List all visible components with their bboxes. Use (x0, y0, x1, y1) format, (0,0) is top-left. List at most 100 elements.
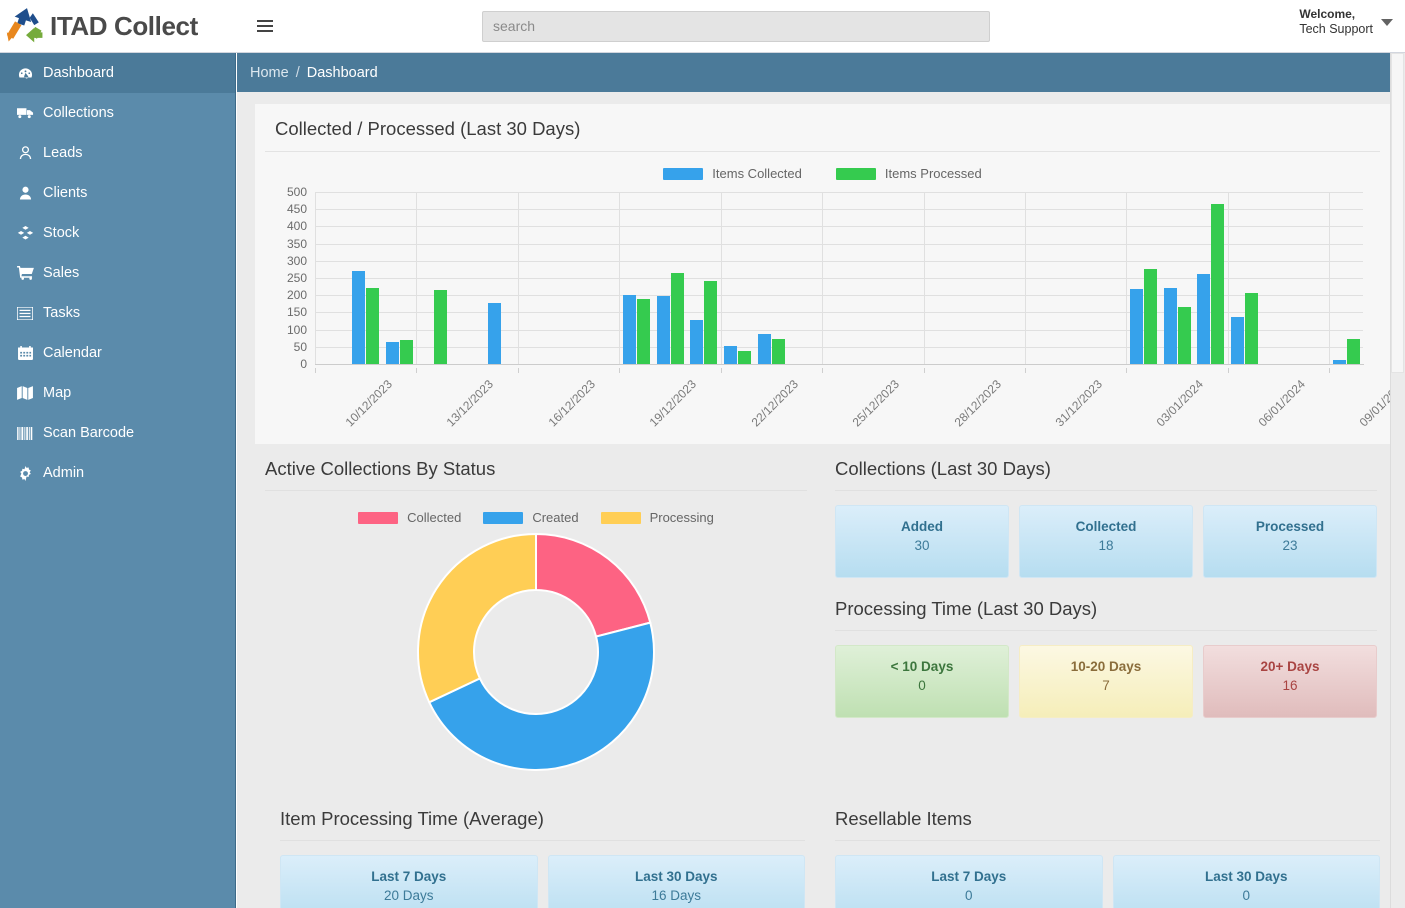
x-axis-tick-label: 13/12/2023 (443, 377, 497, 430)
bar-processed[interactable] (670, 273, 684, 364)
bar-collected[interactable] (1231, 316, 1245, 364)
donut-slice-processing[interactable] (417, 532, 537, 704)
sidebar-item-leads[interactable]: Leads (0, 133, 235, 173)
processing-time-card-row: < 10 Days 0 10-20 Days 7 20+ Days 16 (835, 645, 1377, 718)
item-processing-card-row: Last 7 Days 20 Days Last 30 Days 16 Days (280, 855, 805, 908)
user-menu[interactable]: Welcome, Tech Support (1299, 7, 1393, 37)
grid-line-vertical (315, 192, 316, 364)
dashboard-page: ITAD Collect Welcome, Tech Support Dashb… (0, 0, 1405, 908)
stat-card-processed[interactable]: Processed 23 (1203, 505, 1377, 578)
search-input[interactable] (482, 10, 990, 42)
bar-collected[interactable] (690, 319, 704, 364)
bar-processed[interactable] (1177, 307, 1191, 364)
bar-collected[interactable] (1197, 273, 1211, 364)
search-container (482, 10, 990, 42)
resellable-title: Resellable Items (835, 808, 1380, 841)
legend-item-items-collected[interactable]: Items Collected (663, 166, 802, 181)
grid-line-horizontal (315, 209, 1363, 211)
hamburger-icon[interactable] (252, 13, 278, 39)
donut-chart[interactable] (265, 529, 807, 775)
calendar-icon (16, 345, 34, 361)
bar-collected[interactable] (1163, 287, 1177, 364)
bar-collected[interactable] (656, 296, 670, 364)
sidebar-item-admin[interactable]: Admin (0, 453, 235, 493)
x-axis-tick-label: 22/12/2023 (748, 377, 801, 430)
item-processing-title: Item Processing Time (Average) (280, 808, 805, 841)
donut-legend-item-collected[interactable]: Collected (358, 510, 461, 525)
stat-card-last-30-days[interactable]: Last 30 Days 0 (1112, 855, 1380, 908)
barcode-icon (16, 425, 34, 441)
active-collections-section: Active Collections By Status Collected Cr… (265, 458, 807, 775)
donut-legend-item-processing[interactable]: Processing (600, 510, 714, 525)
bar-processed[interactable] (366, 288, 380, 364)
legend-swatch-icon (600, 511, 641, 524)
bar-collected[interactable] (622, 294, 636, 364)
bar-chart-x-axis-line (315, 364, 1364, 365)
sidebar-item-map[interactable]: Map (0, 373, 235, 413)
stat-card-last-7-days[interactable]: Last 7 Days 0 (835, 855, 1103, 908)
page-scrollbar[interactable] (1390, 53, 1405, 908)
legend-item-items-processed[interactable]: Items Processed (835, 166, 982, 181)
bar-collected[interactable] (386, 341, 400, 364)
breadcrumb-home[interactable]: Home (250, 65, 289, 81)
x-axis-tick-mark (1227, 368, 1229, 373)
y-axis-tick: 200 (286, 288, 307, 303)
stat-card-added[interactable]: Added 30 (835, 505, 1009, 578)
stat-card-10-days[interactable]: < 10 Days 0 (835, 645, 1009, 718)
bar-processed[interactable] (1143, 268, 1157, 364)
stat-card-20-days[interactable]: 20+ Days 16 (1203, 645, 1377, 718)
donut-legend-item-created[interactable]: Created (483, 510, 579, 525)
stat-card-label: Collected (1075, 519, 1137, 534)
bar-processed[interactable] (771, 338, 785, 364)
bar-chart-y-axis: 0 50 100 150 200 250 300 350 400 450 500 (277, 185, 307, 371)
bar-collected[interactable] (724, 346, 738, 364)
x-axis-tick-label: 31/12/2023 (1052, 377, 1105, 430)
stat-card-collected[interactable]: Collected 18 (1019, 505, 1193, 578)
sidebar-item-collections[interactable]: Collections (0, 93, 235, 133)
bar-collected[interactable] (757, 333, 771, 364)
x-axis-tick-mark (1329, 368, 1331, 373)
x-axis-tick-label: 25/12/2023 (849, 377, 903, 430)
bar-processed[interactable] (1245, 292, 1259, 364)
brand-logo[interactable]: ITAD Collect (0, 0, 236, 52)
stat-card-10-20-days[interactable]: 10-20 Days 7 (1019, 645, 1193, 718)
sidebar-item-tasks[interactable]: Tasks (0, 293, 235, 333)
bar-processed[interactable] (636, 299, 650, 364)
bar-processed[interactable] (738, 350, 752, 364)
bar-collected[interactable] (352, 271, 366, 364)
donut-svg (417, 532, 655, 771)
bar-processed[interactable] (433, 290, 447, 364)
x-axis-tick-label: 06/01/2024 (1255, 377, 1308, 430)
stat-card-last-30-days[interactable]: Last 30 Days 16 Days (547, 855, 805, 908)
x-axis-tick-mark (315, 368, 316, 373)
sidebar-item-label: Collections (43, 105, 114, 121)
stat-card-last-7-days[interactable]: Last 7 Days 20 Days (280, 855, 538, 908)
legend-label: Processing (649, 510, 714, 525)
sidebar-item-clients[interactable]: Clients (0, 173, 235, 213)
sidebar-item-sales[interactable]: Sales (0, 253, 235, 293)
bar-collected[interactable] (487, 303, 501, 364)
x-axis-tick-mark (619, 368, 621, 373)
donut-legend: Collected Created Processing (265, 510, 807, 525)
scrollbar-thumb[interactable] (1391, 53, 1404, 373)
user-outline-icon (16, 145, 34, 161)
bar-processed[interactable] (1346, 339, 1360, 364)
bar-processed[interactable] (400, 339, 414, 364)
donut-slice-collected[interactable] (535, 532, 652, 638)
stat-card-label: Last 30 Days (1204, 869, 1288, 884)
y-axis-tick: 350 (286, 236, 307, 251)
sidebar-item-calendar[interactable]: Calendar (0, 333, 235, 373)
truck-icon (16, 105, 34, 121)
sidebar-item-label: Clients (43, 185, 88, 201)
bar-collected[interactable] (1129, 289, 1143, 364)
stat-card-value: 23 (1282, 538, 1298, 553)
recycle-logo-icon (4, 5, 48, 47)
legend-label: Items Collected (712, 166, 802, 181)
sidebar-item-stock[interactable]: Stock (0, 213, 235, 253)
sidebar-item-dashboard[interactable]: Dashboard (0, 53, 235, 93)
chevron-down-icon[interactable] (1381, 18, 1393, 26)
sidebar-item-scan-barcode[interactable]: Scan Barcode (0, 413, 235, 453)
bar-processed[interactable] (1211, 203, 1225, 364)
bar-processed[interactable] (704, 280, 718, 364)
x-axis-tick-label: 16/12/2023 (545, 377, 598, 430)
